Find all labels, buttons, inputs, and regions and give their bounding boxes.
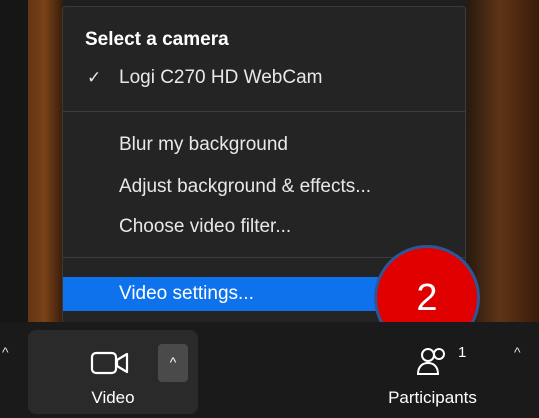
participants-label: Participants xyxy=(388,388,477,407)
video-camera-icon xyxy=(90,351,129,375)
menu-divider xyxy=(63,111,465,112)
menu-item-label: Video settings... xyxy=(119,283,254,304)
video-button-label: Video xyxy=(91,388,135,407)
chevron-up-icon[interactable]: ^ xyxy=(514,344,521,360)
meeting-toolbar: ^ ^ Video 1 Participants ^ xyxy=(0,322,539,418)
camera-option-logi-c270[interactable]: ✓ Logi C270 HD WebCam xyxy=(63,61,465,95)
participants-button[interactable]: 1 Participants xyxy=(370,330,495,414)
choose-video-filter-item[interactable]: Choose video filter... xyxy=(63,210,465,244)
meeting-window: Select a camera ✓ Logi C270 HD WebCam Bl… xyxy=(0,0,539,418)
video-button[interactable]: ^ Video xyxy=(28,330,198,414)
camera-option-label: Logi C270 HD WebCam xyxy=(119,67,323,88)
blur-background-item[interactable]: Blur my background xyxy=(63,128,465,162)
participants-icon xyxy=(416,348,445,375)
chevron-up-icon[interactable]: ^ xyxy=(2,344,9,360)
video-options-caret-button[interactable]: ^ xyxy=(158,344,188,382)
menu-item-label: Choose video filter... xyxy=(119,216,292,237)
menu-item-label: Adjust background & effects... xyxy=(119,176,372,197)
select-camera-heading: Select a camera xyxy=(85,29,229,50)
video-edge xyxy=(0,0,28,322)
participants-count: 1 xyxy=(458,344,467,361)
adjust-background-item[interactable]: Adjust background & effects... xyxy=(63,170,465,204)
menu-item-label: Blur my background xyxy=(119,134,288,155)
checkmark-icon: ✓ xyxy=(87,68,102,87)
